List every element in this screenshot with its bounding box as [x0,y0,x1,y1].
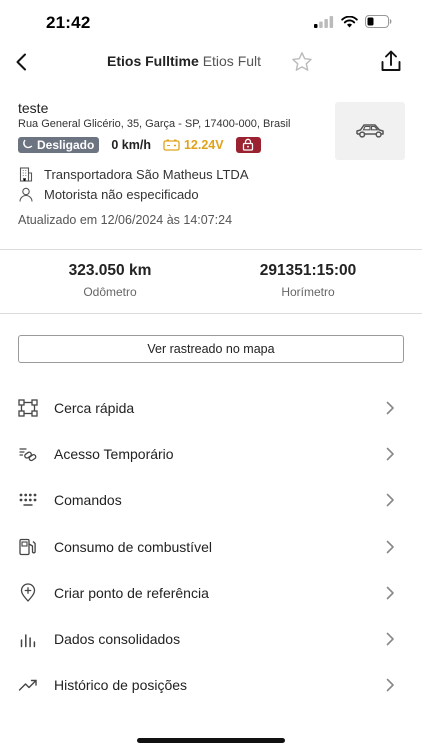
moon-icon [23,139,33,149]
menu-item-consolidated-data[interactable]: Dados consolidados [0,616,422,662]
menu-item-fuel-consumption[interactable]: Consumo de combustível [0,524,422,570]
lock-status-badge [235,136,261,153]
hourmeter: 291351:15:00 Horímetro [218,262,398,299]
star-icon [292,52,312,71]
menu-item-quick-fence[interactable]: Cerca rápida [0,385,422,431]
vehicle-name: teste [18,100,49,116]
nav-bar: Etios Fulltime Etios Fult [0,44,422,80]
battery-icon [365,15,392,28]
actions-menu: Cerca rápida Acesso Temporário Comandos [0,385,422,708]
menu-item-label: Dados consolidados [54,631,181,648]
odometer-value: 323.050 km [68,262,152,279]
ignition-status-badge: Desligado [18,136,100,153]
odometer-label: Odômetro [83,285,137,299]
trending-icon [18,675,38,695]
link-icon [18,444,38,464]
lock-icon [242,138,254,151]
hourmeter-value: 291351:15:00 [259,262,357,279]
ignition-status-label: Desligado [37,137,95,152]
status-icons [314,15,392,28]
menu-item-label: Consumo de combustível [54,538,212,555]
back-button[interactable] [8,48,34,76]
building-icon [18,166,34,182]
battery-voltage-icon [163,139,180,151]
driver-name: Motorista não especificado [44,186,199,202]
home-indicator[interactable] [137,738,285,743]
menu-item-position-history[interactable]: Histórico de posições [0,662,422,708]
vehicle-address: Rua General Glicério, 35, Garça - SP, 17… [18,118,291,130]
menu-item-commands[interactable]: Comandos [0,477,422,523]
menu-item-label: Cerca rápida [54,400,135,417]
car-icon [356,124,384,138]
favorite-button[interactable] [290,50,314,74]
chevron-right-icon [386,632,396,646]
page-title-light: Etios Fult [202,53,262,69]
keypad-icon [18,490,38,510]
wifi-icon [341,15,358,27]
view-on-map-button[interactable]: Ver rastreado no mapa [18,335,404,363]
status-time: 21:42 [46,13,91,32]
menu-item-label: Comandos [54,492,122,509]
menu-item-create-reference-point[interactable]: Criar ponto de referência [0,570,422,616]
voltage-value: 12.24V [183,137,224,152]
fuel-icon [18,537,38,557]
fence-icon [18,398,38,418]
divider [0,249,422,250]
chevron-left-icon [16,53,26,71]
status-bar: 21:42 [0,0,422,44]
voltage-badge: 12.24V [163,138,224,152]
chevron-right-icon [386,678,396,692]
menu-item-temporary-access[interactable]: Acesso Temporário [0,431,422,477]
menu-item-label: Criar ponto de referência [54,584,209,601]
chevron-right-icon [386,447,396,461]
company-row: Transportadora São Matheus LTDA [18,166,249,182]
chevron-right-icon [386,540,396,554]
speed-value: 0 km/h [111,137,151,152]
page-title-bold: Etios Fulltime [107,53,199,69]
hourmeter-label: Horímetro [281,285,335,299]
bar-chart-icon [18,629,38,649]
company-name: Transportadora São Matheus LTDA [44,166,249,182]
page-title: Etios Fulltime Etios Fult [107,53,283,69]
chevron-right-icon [386,586,396,600]
share-button[interactable] [378,48,404,76]
vehicle-image [335,102,405,160]
menu-item-label: Acesso Temporário [54,446,174,463]
add-location-icon [18,583,38,603]
driver-row: Motorista não especificado [18,186,199,202]
last-updated: Atualizado em 12/06/2024 às 14:07:24 [18,213,233,227]
chevron-right-icon [386,401,396,415]
person-icon [18,186,34,202]
share-icon [381,50,401,71]
chevron-right-icon [386,493,396,507]
status-badges: Desligado 0 km/h 12.24V [18,136,261,153]
odometer: 323.050 km Odômetro [20,262,200,299]
menu-item-label: Histórico de posições [54,677,188,694]
cellular-signal-icon [314,15,334,28]
divider [0,313,422,314]
